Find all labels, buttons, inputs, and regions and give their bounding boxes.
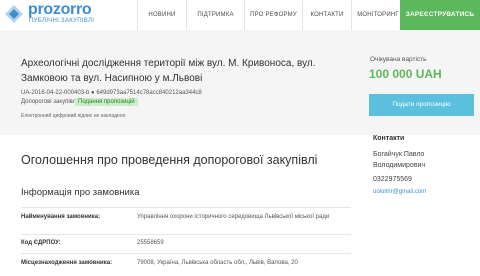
customer-location-value: 79008, Україна, Львівська область обл., …	[137, 260, 298, 266]
customer-info-heading: Інформація про замовника	[21, 187, 140, 198]
contact-phone: 0322975569	[373, 176, 412, 183]
top-header: prozorro ПУБЛІЧНІ ЗАКУПІВЛІ НОВИНИ ПІДТР…	[0, 0, 480, 31]
announcement-title: Оголошення про проведення допорогової за…	[21, 153, 318, 167]
submit-proposal-button[interactable]: Подати пропозицію	[369, 94, 474, 116]
edrpou-label: Код ЄДРПОУ:	[21, 240, 61, 246]
contacts-title: Контакти	[373, 135, 405, 142]
main-nav: НОВИНИ ПІДТРИМКА ПРО РЕФОРМУ КОНТАКТИ МО…	[137, 0, 404, 30]
divider	[21, 234, 351, 235]
logo-subtitle: ПУБЛІЧНІ ЗАКУПІВЛІ	[29, 18, 95, 24]
status-badge: Подання пропозицій	[75, 98, 138, 106]
contact-email-link[interactable]: uoiolmr@gmail.com	[373, 189, 426, 195]
divider	[21, 207, 351, 208]
prozorro-logo-icon	[5, 5, 23, 23]
tender-id: UA-2016-04-22-000403-b ● 649d973aa7514c7…	[21, 90, 202, 96]
edrpou-value: 25558659	[137, 240, 164, 246]
prozorro-logo[interactable]: prozorro ПУБЛІЧНІ ЗАКУПІВЛІ	[3, 1, 113, 28]
customer-name-value: Управління охорони історичного середовищ…	[137, 214, 330, 220]
logo-text: prozorro	[28, 1, 92, 18]
divider	[21, 253, 351, 254]
contact-name: Богайчук Павло Володимирович	[373, 151, 426, 169]
budget-value: 100 000 UAH	[369, 67, 442, 81]
budget-label: Очікувана вартість	[370, 56, 427, 63]
nav-support[interactable]: ПІДТРИМКА	[186, 0, 244, 30]
contacts-panel: Контакти Богайчук Павло Володимирович 03…	[366, 135, 480, 195]
nav-monitoring[interactable]: МОНІТОРИНГ	[351, 0, 404, 30]
signature-note: Електронний цифровий підпис не накладено	[21, 113, 126, 119]
nav-news[interactable]: НОВИНИ	[137, 0, 186, 30]
nav-contacts[interactable]: КОНТАКТИ	[302, 0, 351, 30]
nav-about-reform[interactable]: ПРО РЕФОРМУ	[244, 0, 302, 30]
tender-type: Допороговi закупівлі	[21, 99, 78, 105]
tender-title: Археологічні дослідження території між в…	[21, 58, 316, 84]
customer-location-label: Місцезнаходження замовника:	[21, 260, 113, 266]
customer-name-label: Найменування замовника:	[21, 214, 101, 220]
register-button[interactable]: ЗАРЕЄСТРУВАТИСЬ	[400, 0, 480, 30]
